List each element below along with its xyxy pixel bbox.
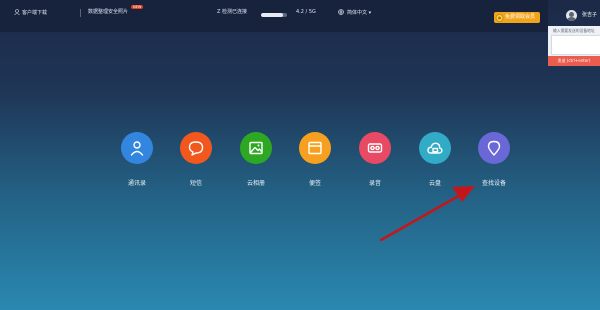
annotation-arrow bbox=[379, 186, 475, 242]
